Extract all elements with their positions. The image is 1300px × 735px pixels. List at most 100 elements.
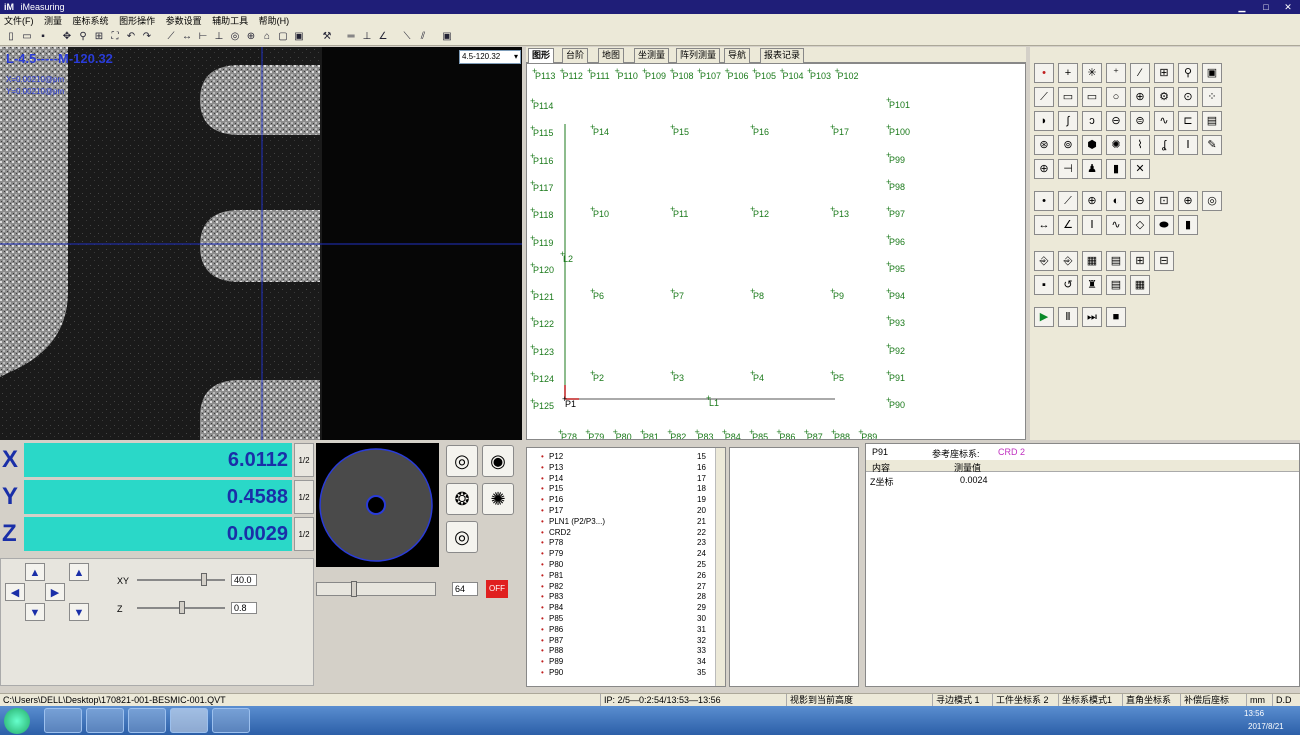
point-p105[interactable]: P105: [752, 66, 776, 81]
cross-icon[interactable]: +: [1058, 63, 1078, 83]
explorer-taskbar-icon[interactable]: [86, 708, 124, 733]
vertical-icon[interactable]: ⊥: [212, 30, 226, 44]
xy-speed-slider[interactable]: [137, 579, 225, 581]
list-item[interactable]: • P88 33: [527, 646, 715, 657]
list-item[interactable]: • P13 16: [527, 463, 715, 474]
ring-center-icon[interactable]: ◎: [1202, 191, 1222, 211]
point-p104[interactable]: P104: [779, 66, 803, 81]
jog-up-button[interactable]: ▲: [25, 563, 45, 581]
x-half-button[interactable]: 1/2: [294, 443, 314, 477]
excel-taskbar-icon[interactable]: [212, 708, 250, 733]
ellipse-icon[interactable]: ⊖: [1106, 111, 1126, 131]
radial-icon[interactable]: ✺: [1106, 135, 1126, 155]
point-p112[interactable]: P112: [559, 66, 582, 81]
list-item[interactable]: • P78 23: [527, 538, 715, 549]
point-p87[interactable]: P87: [804, 427, 823, 439]
circle-icon[interactable]: ○: [1106, 87, 1126, 107]
fit-circle-icon[interactable]: ⊛: [1034, 135, 1054, 155]
diagonal-icon[interactable]: ⟍: [400, 30, 414, 44]
open-file-icon[interactable]: ▭: [20, 30, 34, 44]
point-p117[interactable]: P117: [530, 178, 553, 193]
line-graph-icon[interactable]: ⌇: [1130, 135, 1150, 155]
z-up-button[interactable]: ▲: [69, 563, 89, 581]
point-p113[interactable]: P113: [532, 66, 555, 81]
coaxial-light-button[interactable]: ◎: [446, 445, 478, 477]
ring-icon[interactable]: ⊜: [1130, 111, 1150, 131]
circle-icon[interactable]: ◎: [228, 30, 242, 44]
list-item[interactable]: • P85 30: [527, 614, 715, 625]
light-off-button[interactable]: OFF: [486, 580, 508, 598]
delete-icon[interactable]: ✕: [1130, 159, 1150, 179]
curve-icon[interactable]: ∫: [1058, 111, 1078, 131]
lines-icon[interactable]: ⫽: [416, 30, 430, 44]
point-p125[interactable]: P125: [530, 396, 554, 411]
point-p124[interactable]: P124: [530, 369, 554, 384]
slot-icon[interactable]: ▭: [1082, 87, 1102, 107]
menu-tools[interactable]: 辅助工具: [212, 16, 248, 26]
list-item[interactable]: • P80 25: [527, 560, 715, 571]
report2-icon[interactable]: ⎆: [1058, 251, 1078, 271]
xy-speed-value[interactable]: 40.0: [231, 574, 257, 586]
media-taskbar-icon[interactable]: [128, 708, 166, 733]
point-p10[interactable]: P10: [590, 204, 609, 219]
color-icon[interactable]: ▦: [1130, 275, 1150, 295]
point-p81[interactable]: P81: [640, 427, 659, 439]
z-down-button[interactable]: ▼: [69, 603, 89, 621]
point-icon[interactable]: •: [1034, 63, 1054, 83]
rect-icon[interactable]: ▭: [1058, 87, 1078, 107]
gear-icon[interactable]: ⚙: [1154, 87, 1174, 107]
z-speed-value[interactable]: 0.8: [231, 602, 257, 614]
dot-icon[interactable]: •: [1034, 191, 1054, 211]
angle-icon[interactable]: ∠: [1058, 215, 1078, 235]
parallel-icon[interactable]: ═: [344, 30, 358, 44]
tab-step[interactable]: 台阶: [562, 48, 589, 63]
point-p79[interactable]: P79: [585, 427, 604, 439]
scatter-icon[interactable]: ⁄: [1130, 63, 1150, 83]
start-button[interactable]: [4, 708, 30, 734]
menu-coordinate[interactable]: 座标系统: [73, 16, 109, 26]
point-p102[interactable]: P102: [834, 66, 858, 81]
holes-icon[interactable]: ⁘: [1202, 87, 1222, 107]
point-p108[interactable]: P108: [669, 66, 693, 81]
point-p91[interactable]: P91: [886, 368, 905, 383]
list-item[interactable]: • P87 32: [527, 636, 715, 647]
point-p3[interactable]: P3: [670, 368, 684, 383]
tab-report[interactable]: 报表记录: [760, 48, 805, 63]
point-p95[interactable]: P95: [886, 259, 905, 274]
tab-coord-measure[interactable]: 坐测量: [634, 48, 670, 63]
z-half-button[interactable]: 1/2: [294, 517, 314, 551]
list-scrollbar[interactable]: [715, 448, 725, 686]
stamp-icon[interactable]: ♟: [1082, 159, 1102, 179]
line-icon[interactable]: ⟋: [1034, 87, 1054, 107]
ellipse-center-icon[interactable]: ⊖: [1130, 191, 1150, 211]
nut-icon[interactable]: ⬢: [1082, 135, 1102, 155]
y-half-button[interactable]: 1/2: [294, 480, 314, 514]
home-icon[interactable]: ⌂: [260, 30, 274, 44]
point-p118[interactable]: P118: [530, 205, 553, 220]
light-intensity-value[interactable]: 64: [452, 582, 478, 596]
excel-icon[interactable]: ▦: [1082, 251, 1102, 271]
point-p2[interactable]: P2: [590, 368, 604, 383]
new-file-icon[interactable]: ▯: [4, 30, 18, 44]
point-p14[interactable]: P14: [590, 122, 609, 137]
angle-icon[interactable]: ∠: [376, 30, 390, 44]
point-p120[interactable]: P120: [530, 260, 554, 275]
bracket-icon[interactable]: ⊏: [1178, 111, 1198, 131]
point-p17[interactable]: P17: [830, 122, 849, 137]
menu-graphics[interactable]: 图形操作: [119, 16, 155, 26]
list-item[interactable]: • P86 31: [527, 625, 715, 636]
point-p11[interactable]: P11: [670, 204, 688, 219]
minimize-button[interactable]: ▁: [1232, 0, 1252, 14]
point-p88[interactable]: P88: [831, 427, 850, 439]
collapse-icon[interactable]: ⊟: [1154, 251, 1174, 271]
point-p93[interactable]: P93: [886, 313, 905, 328]
zoom-icon[interactable]: ⚲: [76, 30, 90, 44]
hook-icon[interactable]: ʆ: [1154, 135, 1174, 155]
circle-center-icon[interactable]: ⊕: [1082, 191, 1102, 211]
box-icon[interactable]: ▮: [1178, 215, 1198, 235]
menu-measure[interactable]: 测量: [44, 16, 62, 26]
tab-graph[interactable]: 图形: [528, 48, 555, 63]
rect-center-icon[interactable]: ⊡: [1154, 191, 1174, 211]
close-button[interactable]: ✕: [1278, 0, 1298, 14]
z-slider-thumb[interactable]: [179, 601, 185, 614]
